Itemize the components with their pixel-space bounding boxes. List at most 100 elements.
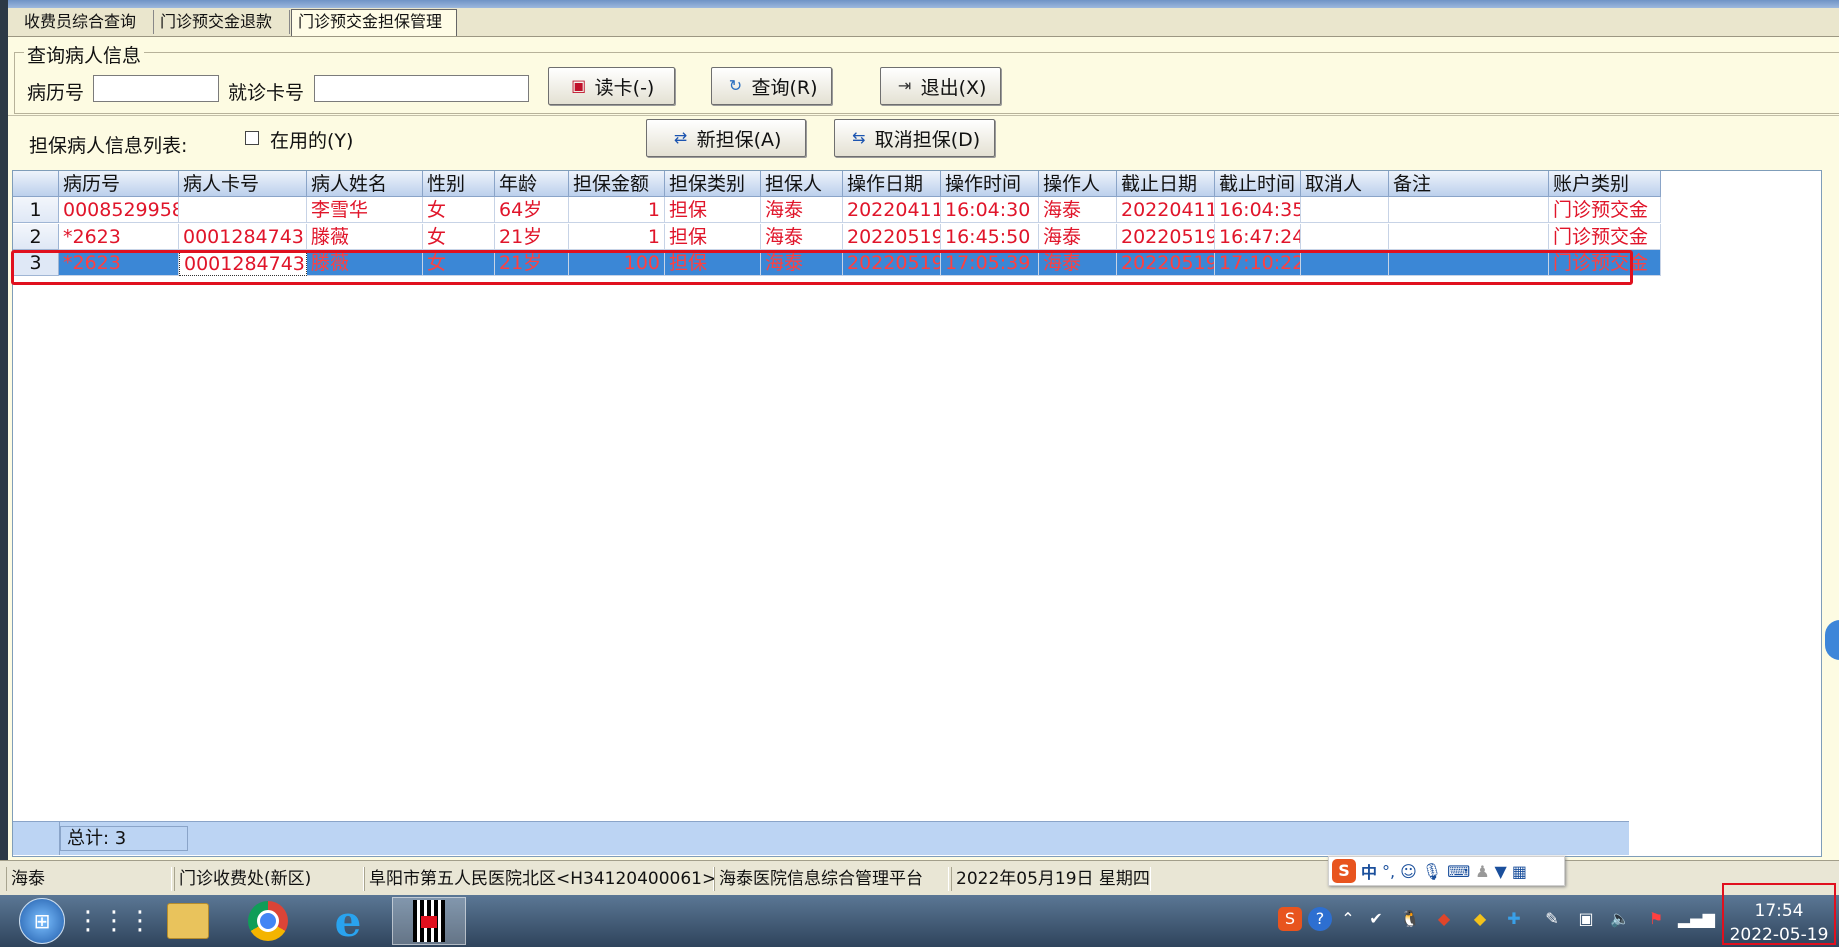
help-tray-icon[interactable]: ? [1308,907,1332,931]
table-cell[interactable]: 门诊预交金 [1549,197,1661,223]
keyboard-icon[interactable]: ⌨ [1447,862,1470,881]
tray-expand-icon[interactable]: ⌃ [1336,907,1360,931]
table-cell[interactable]: 20220411 [843,197,941,223]
column-header[interactable]: 账户类别 [1549,171,1661,197]
table-cell[interactable]: 16:45:50 [941,223,1039,250]
table-cell[interactable]: 担保 [665,223,761,250]
column-header[interactable]: 担保类别 [665,171,761,197]
punctuation-icon[interactable]: °, [1382,862,1395,881]
table-cell[interactable]: 海泰 [1039,197,1117,223]
his-app-button[interactable] [392,897,466,945]
table-cell[interactable]: *2623 [59,223,179,250]
explorer-button[interactable] [156,897,220,945]
taskbar-clock[interactable]: 17:54 2022-05-19 [1722,883,1836,945]
skin-shirt-icon[interactable]: ▼ [1495,862,1507,881]
table-cell[interactable]: 16:04:35 [1215,197,1301,223]
check-tray-icon[interactable]: ✔ [1364,907,1388,931]
column-header[interactable]: 操作日期 [843,171,941,197]
new-guarantee-button[interactable]: ⇄ 新担保(A) [646,119,806,157]
ime-toolbar[interactable]: S 中 °, ☺ 🎙 ⌨ ♟ ▼ ▦ [1328,856,1565,886]
table-cell[interactable]: 21岁 [495,223,569,250]
table-cell[interactable] [179,197,307,223]
app-tray-icon-yellow[interactable]: ◆ [1468,907,1492,931]
sogou-tray-icon[interactable]: S [1278,907,1302,931]
search-button[interactable]: ↻ 查询(R) [711,67,832,105]
table-cell[interactable] [1389,223,1549,250]
apps-grid-button[interactable]: ⋮⋮⋮ [75,897,153,945]
column-header[interactable]: 性别 [423,171,495,197]
card-no-label: 就诊卡号 [228,82,305,104]
app-tray-icon-blue[interactable]: ✚ [1502,907,1526,931]
card-reader-icon: ▣ [571,76,587,95]
table-cell[interactable]: 16:04:30 [941,197,1039,223]
column-header[interactable]: 操作时间 [941,171,1039,197]
pen-tray-icon[interactable]: ✎ [1540,907,1564,931]
window-left-bar [0,0,8,895]
chrome-button[interactable] [236,897,300,945]
exit-button[interactable]: ⇥ 退出(X) [880,67,1001,105]
tab-cashier-query[interactable]: 收费员综合查询 [18,10,154,34]
table-cell[interactable]: 20220519 [843,223,941,250]
column-header[interactable]: 病历号 [59,171,179,197]
qq-tray-icon[interactable]: 🐧 [1398,907,1422,931]
record-no-label: 病历号 [27,82,85,104]
floating-side-button[interactable] [1825,620,1839,660]
column-header[interactable]: 年龄 [495,171,569,197]
table-cell[interactable]: 20220411 [1117,197,1215,223]
row-number[interactable]: 2 [13,223,59,250]
in-use-checkbox[interactable] [245,131,259,145]
start-button[interactable]: ⊞ [10,897,74,945]
window-top-strip [0,0,1839,8]
table-cell[interactable]: 16:47:24 [1215,223,1301,250]
record-no-input[interactable] [93,75,219,102]
table-cell[interactable]: 担保 [665,197,761,223]
table-cell[interactable]: 海泰 [761,223,843,250]
table-cell[interactable]: 女 [423,197,495,223]
cancel-guarantee-button[interactable]: ⇆ 取消担保(D) [834,119,995,157]
status-date: 2022年05月19日 星期四 [951,867,1151,891]
table-cell[interactable]: 海泰 [1039,223,1117,250]
table-cell[interactable]: 0008529958 [59,197,179,223]
table-cell[interactable]: 1 [569,223,665,250]
column-header[interactable]: 担保人 [761,171,843,197]
column-header[interactable]: 截止时间 [1215,171,1301,197]
column-header[interactable]: 病人卡号 [179,171,307,197]
app-tray-icon-red[interactable]: ◆ [1432,907,1456,931]
table-cell[interactable]: 0001284743 [179,223,307,250]
table-cell[interactable]: 门诊预交金 [1549,223,1661,250]
table-cell[interactable]: 女 [423,223,495,250]
add-arrows-icon: ⇄ [673,128,688,147]
column-header[interactable]: 病人姓名 [307,171,423,197]
column-header[interactable]: 取消人 [1301,171,1389,197]
monitor-tray-icon[interactable]: ▣ [1574,907,1598,931]
tab-prepay-refund[interactable]: 门诊预交金退款 [154,10,290,34]
column-header[interactable]: 备注 [1389,171,1549,197]
ie-button[interactable]: e [316,897,380,946]
table-cell[interactable] [1301,223,1389,250]
microphone-icon[interactable]: 🎙 [1422,862,1442,881]
row-number[interactable]: 1 [13,197,59,223]
table-cell[interactable]: 64岁 [495,197,569,223]
column-header[interactable]: 担保金额 [569,171,665,197]
table-cell[interactable] [1389,197,1549,223]
tab-prepay-guarantee[interactable]: 门诊预交金担保管理 [291,9,457,36]
ime-mode[interactable]: 中 [1361,859,1377,883]
emoji-icon[interactable]: ☺ [1400,862,1417,881]
volume-icon[interactable]: 🔈 [1608,907,1632,931]
table-cell[interactable]: 李雪华 [307,197,423,223]
table-cell[interactable]: 滕薇 [307,223,423,250]
network-error-flag-icon[interactable]: ⚑ [1644,907,1668,931]
table-cell[interactable]: 1 [569,197,665,223]
signal-icon[interactable]: ▂▄▆ [1678,907,1715,931]
user-icon[interactable]: ♟ [1475,862,1489,881]
column-header[interactable]: 截止日期 [1117,171,1215,197]
table-cell[interactable] [1301,197,1389,223]
read-card-button[interactable]: ▣ 读卡(-) [548,67,675,105]
status-hospital: 阜阳市第五人民医院北区<H34120400061> [364,867,716,891]
toolbox-grid-icon[interactable]: ▦ [1512,862,1527,881]
card-no-input[interactable] [314,75,529,102]
table-cell[interactable]: 海泰 [761,197,843,223]
table-cell[interactable]: 20220519 [1117,223,1215,250]
column-header[interactable]: 操作人 [1039,171,1117,197]
sogou-logo-icon[interactable]: S [1332,859,1356,883]
